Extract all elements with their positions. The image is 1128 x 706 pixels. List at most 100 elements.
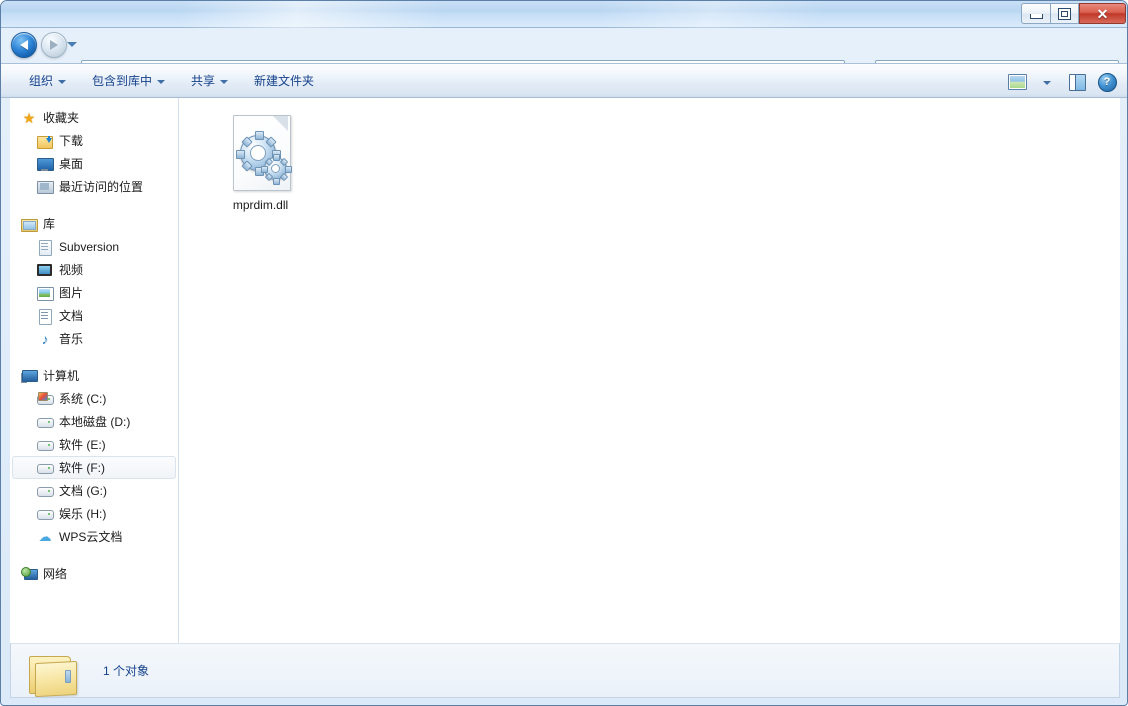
forward-arrow-icon — [50, 40, 58, 50]
videos-icon — [37, 262, 53, 278]
chevron-down-icon — [58, 80, 66, 84]
gear-small-shape — [264, 157, 287, 180]
recent-locations-dropdown[interactable] — [67, 42, 77, 47]
sidebar-item-wps-cloud[interactable]: ☁ WPS云文档 — [12, 525, 176, 548]
sidebar-item-pictures[interactable]: 图片 — [12, 281, 176, 304]
dll-gear-icon — [228, 115, 294, 193]
maximize-restore-button[interactable] — [1050, 3, 1079, 24]
sidebar-item-documents[interactable]: 文档 — [12, 304, 176, 327]
sidebar-item-recent-places[interactable]: 最近访问的位置 — [12, 175, 176, 198]
library-icon — [21, 216, 37, 232]
sidebar-label: 收藏夹 — [43, 109, 79, 126]
close-icon: ✕ — [1097, 7, 1109, 21]
sidebar-item-drive-g[interactable]: 文档 (G:) — [12, 479, 176, 502]
file-name-label: mprdim.dll — [233, 198, 288, 212]
sidebar-item-downloads[interactable]: 下载 — [12, 129, 176, 152]
chevron-down-icon — [157, 80, 165, 84]
preview-pane-button[interactable] — [1063, 69, 1091, 95]
address-bar-row: ▸ 计算机 ▸ 软件 (F:) ▸ 系统之家 ▸ 新建文件夹 (15) ▸ mp… — [1, 28, 1128, 63]
file-item-mprdim-dll[interactable]: mprdim.dll — [207, 110, 314, 215]
drive-icon — [37, 437, 53, 453]
command-toolbar: 组织 包含到库中 共享 新建文件夹 ? — [1, 63, 1128, 98]
folder-open-icon — [25, 652, 77, 698]
sidebar-label: 文档 — [59, 307, 83, 324]
sidebar-item-music[interactable]: ♪ 音乐 — [12, 327, 176, 350]
file-list-pane[interactable]: mprdim.dll — [179, 98, 1120, 643]
forward-button[interactable] — [41, 32, 67, 58]
sidebar-group-favorites: ★ 收藏夹 下载 桌面 最近访问的位置 — [10, 106, 178, 198]
network-icon — [21, 566, 37, 582]
sidebar-label: 库 — [43, 215, 55, 232]
sidebar-spacer — [10, 548, 178, 562]
sidebar-label: 计算机 — [43, 367, 79, 384]
sidebar-label: 桌面 — [59, 155, 83, 172]
sidebar-item-drive-c[interactable]: 系统 (C:) — [12, 387, 176, 410]
sidebar-label: 软件 (F:) — [59, 459, 105, 476]
organize-button[interactable]: 组织 — [19, 68, 76, 94]
back-button[interactable] — [11, 32, 37, 58]
organize-label: 组织 — [29, 72, 53, 89]
sidebar-label: 本地磁盘 (D:) — [59, 413, 130, 430]
sidebar-group-libraries: 库 Subversion 视频 图片 文档 — [10, 212, 178, 350]
toolbar-right-group: ? — [1003, 69, 1121, 95]
sidebar-item-network[interactable]: 网络 — [12, 562, 176, 585]
sidebar-item-drive-h[interactable]: 娱乐 (H:) — [12, 502, 176, 525]
sidebar-label: 视频 — [59, 261, 83, 278]
minimize-button[interactable] — [1021, 3, 1050, 24]
minimize-icon — [1030, 14, 1043, 19]
sidebar-item-drive-e[interactable]: 软件 (E:) — [12, 433, 176, 456]
drive-icon — [37, 460, 53, 476]
sidebar-label: 图片 — [59, 284, 83, 301]
pictures-icon — [37, 285, 53, 301]
sidebar-label: 下载 — [59, 132, 83, 149]
sidebar-item-videos[interactable]: 视频 — [12, 258, 176, 281]
system-drive-icon — [37, 391, 53, 407]
recent-places-icon — [37, 179, 53, 195]
cloud-icon: ☁ — [37, 529, 53, 545]
sidebar-group-network: 网络 — [10, 562, 178, 585]
sidebar-label: 娱乐 (H:) — [59, 505, 106, 522]
view-dropdown-button[interactable] — [1033, 69, 1061, 95]
share-button[interactable]: 共享 — [181, 68, 238, 94]
sidebar-item-subversion[interactable]: Subversion — [12, 235, 176, 258]
computer-icon — [21, 368, 37, 384]
sidebar-item-computer[interactable]: 计算机 — [12, 364, 176, 387]
sidebar-label: 音乐 — [59, 330, 83, 347]
include-in-library-button[interactable]: 包含到库中 — [82, 68, 175, 94]
documents-icon — [37, 308, 53, 324]
sidebar-item-drive-d[interactable]: 本地磁盘 (D:) — [12, 410, 176, 433]
sidebar-spacer — [10, 198, 178, 212]
sidebar-label: 软件 (E:) — [59, 436, 106, 453]
glass-highlight-2 — [601, 1, 821, 28]
sidebar-label: 网络 — [43, 565, 67, 582]
sidebar-label: Subversion — [59, 240, 119, 254]
help-button[interactable]: ? — [1093, 69, 1121, 95]
music-icon: ♪ — [37, 331, 53, 347]
explorer-body: ★ 收藏夹 下载 桌面 最近访问的位置 — [10, 98, 1120, 643]
sidebar-label: WPS云文档 — [59, 528, 122, 545]
explorer-window: ✕ ▸ 计算机 ▸ 软件 (F:) ▸ 系统之家 ▸ 新建文件夹 (15) — [0, 0, 1128, 706]
sidebar-item-favorites[interactable]: ★ 收藏夹 — [12, 106, 176, 129]
preview-pane-icon — [1069, 74, 1086, 91]
glass-highlight — [181, 1, 441, 28]
status-item-count: 1 个对象 — [103, 662, 149, 679]
include-in-library-label: 包含到库中 — [92, 72, 152, 89]
change-view-button[interactable] — [1003, 69, 1031, 95]
sidebar-item-libraries[interactable]: 库 — [12, 212, 176, 235]
help-icon: ? — [1098, 73, 1117, 92]
status-bar: 1 个对象 — [10, 643, 1120, 698]
close-button[interactable]: ✕ — [1079, 3, 1126, 24]
sidebar-item-desktop[interactable]: 桌面 — [12, 152, 176, 175]
navigation-pane[interactable]: ★ 收藏夹 下载 桌面 最近访问的位置 — [10, 98, 179, 643]
downloads-folder-icon — [37, 133, 53, 149]
window-controls: ✕ — [1021, 3, 1126, 25]
sidebar-label: 最近访问的位置 — [59, 178, 143, 195]
drive-icon — [37, 483, 53, 499]
new-folder-button[interactable]: 新建文件夹 — [244, 68, 324, 94]
desktop-icon — [37, 156, 53, 172]
new-folder-label: 新建文件夹 — [254, 72, 314, 89]
back-arrow-icon — [20, 40, 28, 50]
subversion-icon — [37, 239, 53, 255]
sidebar-item-drive-f[interactable]: 软件 (F:) — [12, 456, 176, 479]
sidebar-group-computer: 计算机 系统 (C:) 本地磁盘 (D:) 软件 (E:) 软件 (F:) — [10, 364, 178, 548]
